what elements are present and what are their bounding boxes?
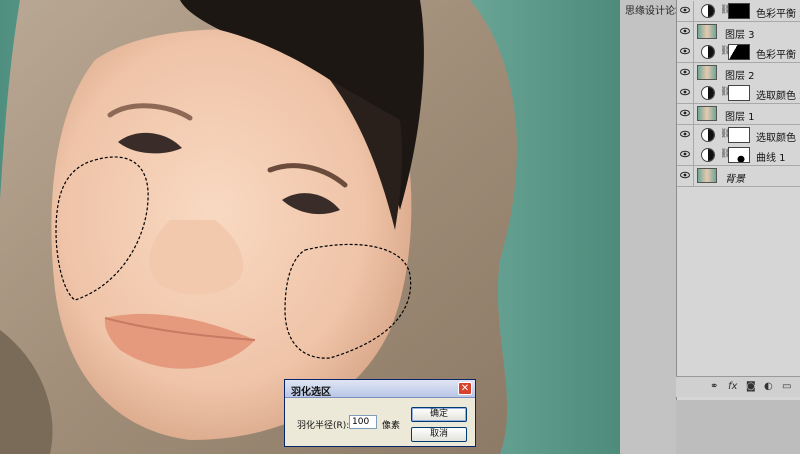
adjustment-layer-icon: [701, 127, 715, 142]
feather-radius-label: 羽化半径(R):: [297, 421, 350, 431]
layer-name: 背景: [725, 173, 745, 185]
unit-label: 像素: [382, 421, 401, 431]
visibility-eye-icon[interactable]: [680, 150, 690, 158]
layer-thumbnail: [697, 106, 717, 121]
row-divider: [693, 42, 694, 63]
layer-row[interactable]: 图层 3: [677, 21, 800, 43]
layer-thumbnail: [697, 64, 717, 80]
row-divider: [693, 165, 694, 186]
layer-row[interactable]: ⛓选取颜色 1: [677, 124, 800, 146]
layer-mask-thumbnail[interactable]: [728, 85, 750, 102]
visibility-eye-icon[interactable]: [680, 27, 690, 35]
layers-panel[interactable]: ⛓色彩平衡 2 图层 3⛓色彩平衡 1 图层 2⛓选取颜色 2 图层 1⛓选取颜色 1…: [676, 0, 800, 400]
row-divider: [693, 21, 694, 42]
layer-name: 选取颜色 2: [756, 91, 800, 103]
visibility-eye-icon[interactable]: [680, 130, 690, 138]
layer-thumbnail: [697, 23, 717, 39]
visibility-eye-icon[interactable]: [680, 47, 690, 55]
link-icon[interactable]: ⚭: [710, 381, 718, 392]
layer-thumbnail: [697, 167, 717, 183]
ok-button[interactable]: 确定: [411, 407, 467, 422]
adjustment-layer-icon: [701, 86, 715, 101]
visibility-eye-icon[interactable]: [680, 109, 690, 117]
layer-name: 选取颜色 1: [756, 132, 800, 144]
row-divider: [693, 1, 694, 21]
adjustment-layer-icon: [701, 45, 715, 60]
cancel-button[interactable]: 取消: [411, 427, 467, 442]
visibility-eye-icon[interactable]: [680, 68, 690, 76]
layer-row[interactable]: ⛓色彩平衡 2: [677, 1, 800, 22]
row-divider: [693, 145, 694, 166]
layer-row[interactable]: 图层 2: [677, 62, 800, 84]
row-divider: [693, 62, 694, 83]
adjustment-icon[interactable]: ◐: [764, 381, 773, 392]
workspace-gap: [620, 0, 676, 454]
dialog-title-bar[interactable]: 羽化选区: [285, 380, 475, 398]
layer-name: 色彩平衡 1: [756, 50, 800, 62]
layer-mask-thumbnail[interactable]: [728, 126, 750, 143]
visibility-eye-icon[interactable]: [680, 6, 690, 14]
feather-selection-dialog: 羽化选区 ✕ 羽化半径(R): 像素 确定 取消: [284, 379, 476, 447]
visibility-eye-icon[interactable]: [680, 171, 690, 179]
mask-icon[interactable]: ◙: [746, 381, 756, 392]
layer-name: 图层 2: [725, 70, 755, 82]
layer-name: 图层 3: [725, 29, 755, 41]
layer-row[interactable]: ⛓选取颜色 2: [677, 83, 800, 105]
row-divider: [693, 104, 694, 124]
adjustment-layer-icon: [701, 148, 715, 163]
layer-row[interactable]: ⛓ 曲线 1: [677, 145, 800, 167]
row-divider: [693, 124, 694, 145]
layer-name: 曲线 1: [756, 153, 786, 165]
layer-mask-thumbnail[interactable]: [728, 44, 750, 61]
row-divider: [693, 83, 694, 104]
feather-radius-input[interactable]: [349, 415, 377, 429]
layer-row[interactable]: ⛓色彩平衡 1: [677, 42, 800, 64]
close-icon[interactable]: ✕: [458, 382, 472, 395]
layer-name: 色彩平衡 2: [756, 9, 800, 20]
layer-mask-thumbnail[interactable]: [728, 147, 750, 164]
layer-mask-thumbnail[interactable]: [728, 3, 750, 19]
fx-icon[interactable]: fx: [728, 381, 737, 392]
visibility-eye-icon[interactable]: [680, 88, 690, 96]
layer-name: 图层 1: [725, 112, 755, 123]
layer-row[interactable]: 背景: [677, 165, 800, 187]
layers-panel-footer: ⚭ fx ◙ ◐ ▭: [676, 376, 800, 397]
dialog-title: 羽化选区: [291, 387, 331, 398]
layer-row[interactable]: 图层 1: [677, 104, 800, 125]
new-layer-icon[interactable]: ▭: [782, 381, 791, 392]
adjustment-layer-icon: [701, 4, 715, 18]
